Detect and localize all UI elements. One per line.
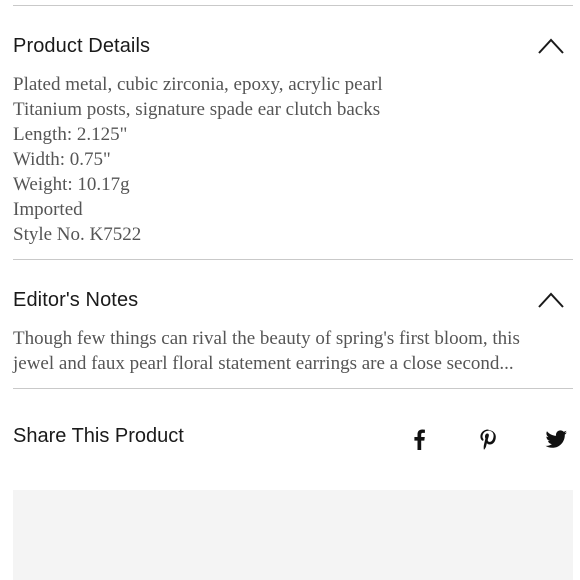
product-details-line-imported: Imported bbox=[13, 199, 83, 220]
chevron-up-icon[interactable] bbox=[537, 291, 565, 309]
product-details-line-length: Length: 2.125" bbox=[13, 124, 128, 145]
share-title: Share This Product bbox=[13, 425, 184, 447]
product-details-line-weight: Weight: 10.17g bbox=[13, 174, 130, 195]
pinterest-icon[interactable] bbox=[475, 426, 501, 452]
product-details-line-style: Style No. K7522 bbox=[13, 224, 142, 245]
product-details-line-materials: Plated metal, cubic zirconia, epoxy, acr… bbox=[13, 74, 383, 95]
top-divider bbox=[13, 5, 573, 6]
editors-notes-title: Editor's Notes bbox=[13, 289, 139, 311]
product-details-body: Plated metal, cubic zirconia, epoxy, acr… bbox=[13, 72, 575, 247]
content-panel-placeholder bbox=[13, 490, 573, 580]
chevron-up-icon[interactable] bbox=[537, 37, 565, 55]
editors-notes-line: Though few things can rival the beauty o… bbox=[13, 328, 520, 349]
product-details-line-width: Width: 0.75" bbox=[13, 149, 111, 170]
product-details-title: Product Details bbox=[13, 35, 151, 57]
twitter-icon[interactable] bbox=[543, 426, 569, 452]
section-divider bbox=[13, 388, 573, 389]
product-info-page: Product Details Plated metal, cubic zirc… bbox=[0, 0, 580, 580]
product-details-line-posts: Titanium posts, signature spade ear clut… bbox=[13, 99, 381, 120]
facebook-icon[interactable] bbox=[407, 426, 433, 452]
editors-notes-body: Though few things can rival the beauty o… bbox=[13, 326, 575, 376]
section-divider bbox=[13, 259, 573, 260]
editors-notes-header[interactable]: Editor's Notes bbox=[13, 285, 573, 315]
editors-notes-line: jewel and faux pearl floral statement ea… bbox=[13, 353, 514, 374]
product-details-header[interactable]: Product Details bbox=[13, 31, 573, 61]
